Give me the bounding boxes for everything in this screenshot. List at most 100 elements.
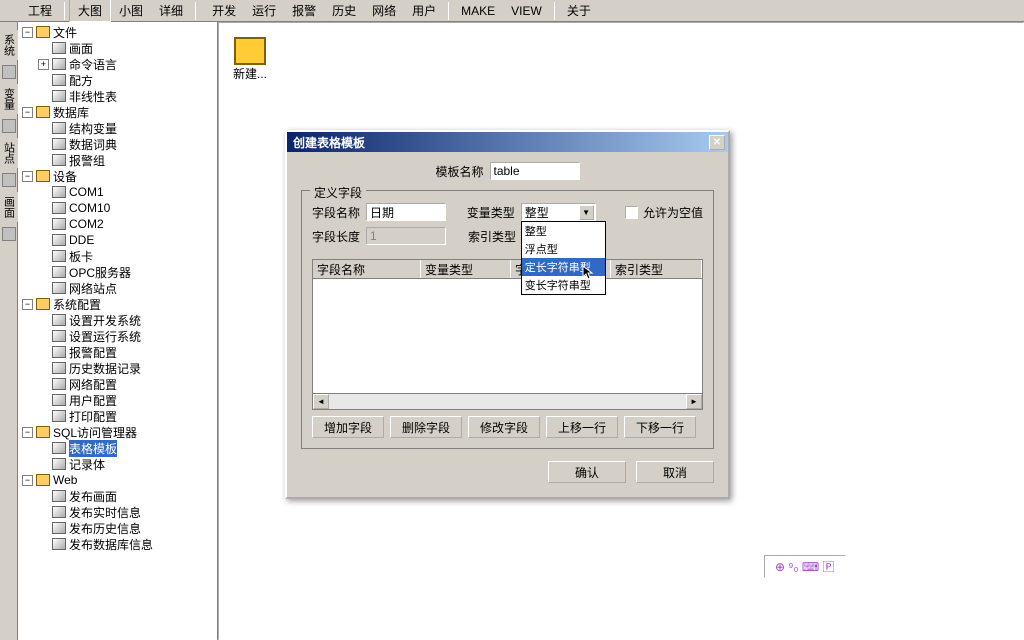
menu-dev[interactable]: 开发 bbox=[204, 0, 244, 21]
tree-label[interactable]: 报警配置 bbox=[69, 344, 117, 361]
tree-node[interactable]: − Web bbox=[22, 472, 215, 488]
vtab-icon2[interactable] bbox=[2, 119, 16, 133]
expander-icon[interactable]: − bbox=[22, 299, 33, 310]
add-field-button[interactable]: 增加字段 bbox=[312, 416, 384, 438]
field-name-input[interactable] bbox=[366, 203, 446, 221]
tree-label[interactable]: 文件 bbox=[53, 24, 77, 41]
var-type-dropdown[interactable]: 整型 浮点型 定长字符串型 变长字符串型 bbox=[521, 221, 606, 295]
tree-label[interactable]: 打印配置 bbox=[69, 408, 117, 425]
tree-node[interactable]: 画面 bbox=[38, 40, 215, 56]
tree-label[interactable]: COM1 bbox=[69, 185, 104, 199]
tree-label[interactable]: 板卡 bbox=[69, 248, 93, 265]
tree-node[interactable]: 结构变量 bbox=[38, 120, 215, 136]
vtab-station[interactable]: 站点 bbox=[0, 138, 18, 168]
menu-project[interactable]: 工程 bbox=[20, 0, 60, 21]
tree-node[interactable]: 发布实时信息 bbox=[38, 504, 215, 520]
tree-node[interactable]: −设备 bbox=[22, 168, 215, 184]
tree-label[interactable]: Web bbox=[53, 473, 77, 487]
tree-node[interactable]: 表格模板 bbox=[38, 440, 215, 456]
move-down-button[interactable]: 下移一行 bbox=[624, 416, 696, 438]
tree-label[interactable]: 设置运行系统 bbox=[69, 328, 141, 345]
h-scrollbar[interactable]: ◄ ► bbox=[312, 394, 703, 410]
tree-node[interactable]: − 文件 bbox=[22, 24, 215, 40]
tree-node[interactable]: 打印配置 bbox=[38, 408, 215, 424]
col-field-name[interactable]: 字段名称 bbox=[313, 260, 421, 278]
scroll-track[interactable] bbox=[329, 394, 686, 409]
tree-node[interactable]: DDE bbox=[38, 232, 215, 248]
tree-node[interactable]: 历史数据记录 bbox=[38, 360, 215, 376]
menu-user[interactable]: 用户 bbox=[404, 0, 444, 21]
tree-node[interactable]: 设置开发系统 bbox=[38, 312, 215, 328]
move-up-button[interactable]: 上移一行 bbox=[546, 416, 618, 438]
opt-int[interactable]: 整型 bbox=[522, 222, 605, 240]
close-icon[interactable]: ✕ bbox=[709, 135, 725, 150]
tree-node[interactable]: 非线性表 bbox=[38, 88, 215, 104]
expander-icon[interactable]: − bbox=[22, 427, 33, 438]
tree-node[interactable]: 配方 bbox=[38, 72, 215, 88]
vtab-icon1[interactable] bbox=[2, 65, 16, 79]
tree-node[interactable]: 设置运行系统 bbox=[38, 328, 215, 344]
new-template-launcher[interactable]: 新建... bbox=[229, 33, 271, 86]
vtab-screen[interactable]: 画面 bbox=[0, 192, 18, 222]
tree-node[interactable]: 报警配置 bbox=[38, 344, 215, 360]
tree-label[interactable]: COM10 bbox=[69, 201, 110, 215]
ok-button[interactable]: 确认 bbox=[548, 461, 626, 483]
scroll-left-icon[interactable]: ◄ bbox=[313, 394, 329, 409]
tree-node[interactable]: 网络站点 bbox=[38, 280, 215, 296]
tree-node[interactable]: − 数据库 bbox=[22, 104, 215, 120]
tree-node[interactable]: 数据词典 bbox=[38, 136, 215, 152]
tree-label[interactable]: COM2 bbox=[69, 217, 104, 231]
vtab-icon3[interactable] bbox=[2, 173, 16, 187]
cancel-button[interactable]: 取消 bbox=[636, 461, 714, 483]
tree-label[interactable]: OPC服务器 bbox=[69, 264, 131, 281]
opt-fixed-str[interactable]: 定长字符串型 bbox=[522, 258, 605, 276]
vtab-icon4[interactable] bbox=[2, 227, 16, 241]
dialog-titlebar[interactable]: 创建表格模板 ✕ bbox=[287, 132, 728, 152]
tree-node[interactable]: 发布数据库信息 bbox=[38, 536, 215, 552]
menu-smallview[interactable]: 小图 bbox=[111, 0, 151, 21]
tree-node[interactable]: COM10 bbox=[38, 200, 215, 216]
expander-icon[interactable]: − bbox=[22, 107, 33, 118]
menu-bigview[interactable]: 大图 bbox=[69, 0, 111, 22]
var-type-select[interactable]: 整型 ▼ 整型 浮点型 定长字符串型 变长字符串型 bbox=[521, 203, 596, 221]
tree-label[interactable]: 系统配置 bbox=[53, 296, 101, 313]
tree-label[interactable]: SQL访问管理器 bbox=[53, 424, 137, 441]
tree-label[interactable]: 网络站点 bbox=[69, 280, 117, 297]
tree-label[interactable]: 发布历史信息 bbox=[69, 520, 141, 537]
grid-body[interactable] bbox=[312, 279, 703, 394]
tree-node[interactable]: OPC服务器 bbox=[38, 264, 215, 280]
tree-node[interactable]: − 系统配置 bbox=[22, 296, 215, 312]
tree-label[interactable]: 设置开发系统 bbox=[69, 312, 141, 329]
menu-view[interactable]: VIEW bbox=[503, 2, 550, 20]
tree-label[interactable]: 表格模板 bbox=[69, 440, 117, 457]
col-var-type[interactable]: 变量类型 bbox=[421, 260, 511, 278]
tree-label[interactable]: 网络配置 bbox=[69, 376, 117, 393]
tree-node[interactable]: 用户配置 bbox=[38, 392, 215, 408]
expander-icon[interactable]: + bbox=[38, 59, 49, 70]
allow-null-checkbox-wrap[interactable]: 允许为空值 bbox=[625, 204, 703, 221]
modify-field-button[interactable]: 修改字段 bbox=[468, 416, 540, 438]
tree-node[interactable]: 报警组 bbox=[38, 152, 215, 168]
vtab-variable[interactable]: 变量 bbox=[0, 84, 18, 114]
tree-label[interactable]: 数据词典 bbox=[69, 136, 117, 153]
tree-label[interactable]: 记录体 bbox=[69, 456, 105, 473]
tree-node[interactable]: − SQL访问管理器 bbox=[22, 424, 215, 440]
tree-node[interactable]: + 命令语言 bbox=[38, 56, 215, 72]
tree-label[interactable]: 发布画面 bbox=[69, 488, 117, 505]
expander-icon[interactable]: − bbox=[22, 27, 33, 38]
tree-node[interactable]: COM1 bbox=[38, 184, 215, 200]
tree-label[interactable]: 数据库 bbox=[53, 104, 89, 121]
tree-node[interactable]: 发布历史信息 bbox=[38, 520, 215, 536]
tree-label[interactable]: DDE bbox=[69, 233, 94, 247]
allow-null-checkbox[interactable] bbox=[625, 206, 638, 219]
tree-node[interactable]: COM2 bbox=[38, 216, 215, 232]
tree-label[interactable]: 结构变量 bbox=[69, 120, 117, 137]
scroll-right-icon[interactable]: ► bbox=[686, 394, 702, 409]
tree-label[interactable]: 报警组 bbox=[69, 152, 105, 169]
expander-icon[interactable]: − bbox=[22, 171, 33, 182]
expander-icon[interactable]: − bbox=[22, 475, 33, 486]
template-name-input[interactable] bbox=[490, 162, 580, 180]
vtab-system[interactable]: 系统 bbox=[0, 30, 18, 60]
tree-label[interactable]: 命令语言 bbox=[69, 56, 117, 73]
tree-label[interactable]: 发布实时信息 bbox=[69, 504, 141, 521]
